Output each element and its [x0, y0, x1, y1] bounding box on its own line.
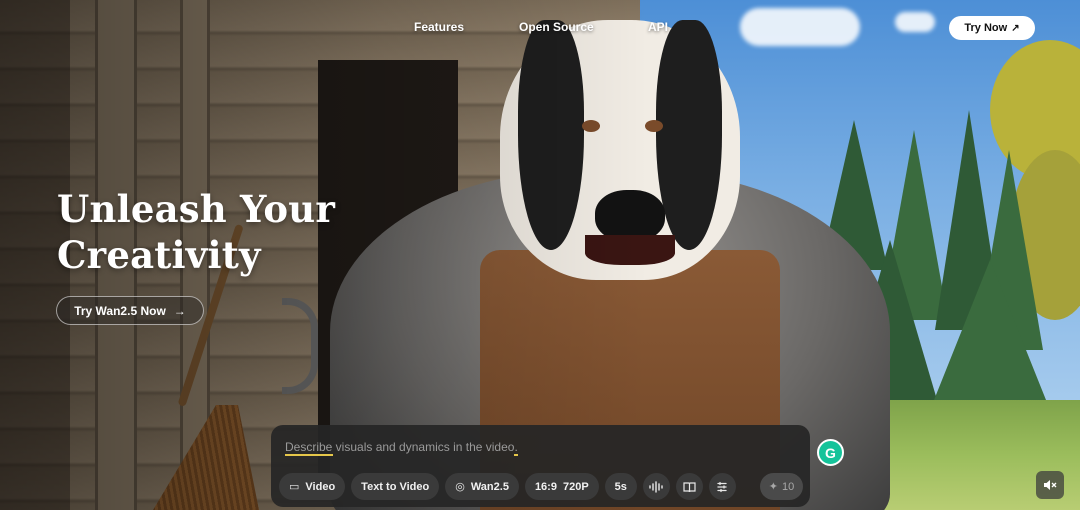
- audio-waveform-icon: [649, 480, 664, 493]
- aspect-ratio-label: 16:9: [534, 480, 557, 493]
- mute-button[interactable]: [1036, 471, 1064, 499]
- hero-title-line-1: Unleash Your: [57, 187, 336, 231]
- sliders-icon: [717, 481, 728, 492]
- prompt-input[interactable]: [285, 437, 785, 457]
- video-icon: ▭: [289, 481, 300, 493]
- arrow-right-icon: →: [173, 303, 186, 318]
- spellcheck-underline: [285, 454, 333, 456]
- grammarly-icon[interactable]: G: [817, 439, 844, 466]
- hero-title-line-2: Creativity: [57, 233, 261, 277]
- generation-options: ▭ Video Text to Video ◎ Wan2.5 16:9 720P…: [279, 473, 736, 500]
- spellcheck-underline: [514, 454, 518, 456]
- resolution-label: 720P: [562, 480, 589, 493]
- globe-icon: ◎: [455, 481, 465, 493]
- try-wan-now-button[interactable]: Try Wan2.5 Now →: [56, 296, 204, 325]
- aspect-resolution-chip[interactable]: 16:9 720P: [524, 473, 599, 500]
- sparkle-icon: ✦: [768, 481, 778, 493]
- duration-label: 5s: [614, 480, 627, 493]
- hero-title: Unleash Your Creativity: [57, 186, 377, 278]
- model-label: Wan2.5: [470, 480, 509, 493]
- generate-button[interactable]: ✦ 10: [760, 473, 803, 500]
- try-wan-now-label: Try Wan2.5 Now: [74, 303, 166, 318]
- settings-button[interactable]: [708, 473, 736, 500]
- prompt-panel: ▭ Video Text to Video ◎ Wan2.5 16:9 720P…: [271, 425, 810, 507]
- audio-button[interactable]: [642, 473, 670, 500]
- type-label: Text to Video: [361, 480, 430, 493]
- try-now-label: Try Now: [964, 22, 1008, 34]
- volume-mute-icon: [1044, 480, 1057, 490]
- mode-video-chip[interactable]: ▭ Video: [279, 473, 346, 500]
- mode-label: Video: [305, 480, 336, 493]
- nav-api-link[interactable]: API: [648, 20, 668, 34]
- model-select-chip[interactable]: ◎ Wan2.5: [445, 473, 519, 500]
- nav-features-link[interactable]: Features: [414, 20, 464, 34]
- nav-open-source-link[interactable]: Open Source: [519, 20, 594, 34]
- text-to-video-chip[interactable]: Text to Video: [351, 473, 440, 500]
- guide-button[interactable]: [675, 473, 703, 500]
- duration-chip[interactable]: 5s: [604, 473, 637, 500]
- book-icon: [683, 481, 696, 492]
- credit-cost: 10: [781, 480, 795, 493]
- arrow-up-right-icon: ↗: [1011, 22, 1020, 34]
- try-now-button[interactable]: Try Now ↗: [949, 16, 1035, 40]
